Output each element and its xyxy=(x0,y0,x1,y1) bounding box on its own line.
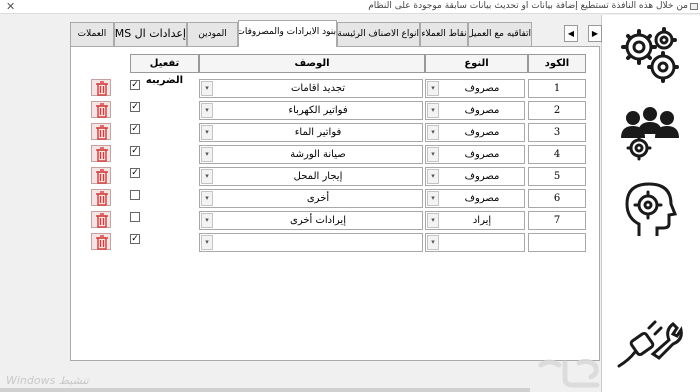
tab-scroll-left-button[interactable]: ◀ xyxy=(564,25,578,42)
header-description: الوصف xyxy=(199,54,425,73)
chevron-down-icon[interactable]: ▾ xyxy=(201,169,213,184)
delete-row-button[interactable] xyxy=(91,233,111,250)
tax-checkbox[interactable]: ✓ xyxy=(130,146,140,156)
code-cell[interactable]: 7 xyxy=(528,211,586,230)
code-cell[interactable]: 5 xyxy=(528,167,586,186)
header-type: النوع xyxy=(425,54,528,73)
chevron-down-icon[interactable]: ▾ xyxy=(201,125,213,140)
tab-item-types[interactable]: انواع الاصناف الرئيسة والفرعيه xyxy=(337,22,420,46)
tax-checkbox[interactable]: ✓ xyxy=(130,234,140,244)
type-select[interactable]: مصروف ▾ xyxy=(425,145,525,164)
chevron-down-icon[interactable]: ▾ xyxy=(201,81,213,96)
horizontal-scrollbar[interactable] xyxy=(0,388,530,392)
type-select[interactable]: مصروف ▾ xyxy=(425,79,525,98)
tax-checkbox[interactable] xyxy=(130,190,140,200)
delete-row-button[interactable] xyxy=(91,167,111,184)
header-code: الكود xyxy=(528,54,586,73)
code-cell[interactable]: 2 xyxy=(528,101,586,120)
delete-row-button[interactable] xyxy=(91,79,111,96)
description-select[interactable]: صيانة الورشة ▾ xyxy=(199,145,423,164)
type-select[interactable]: ▾ xyxy=(425,233,525,252)
chevron-down-icon[interactable]: ▾ xyxy=(201,235,213,250)
window-title: من خلال هذه النافذة تستطيع إضافة بيانات … xyxy=(368,1,688,11)
chevron-down-icon[interactable]: ▾ xyxy=(427,169,439,184)
description-select[interactable]: فواتير الماء ▾ xyxy=(199,123,423,142)
tax-checkbox[interactable] xyxy=(130,212,140,222)
app-icon xyxy=(690,3,698,10)
chevron-down-icon[interactable]: ▾ xyxy=(427,147,439,162)
tax-checkbox[interactable]: ✓ xyxy=(130,168,140,178)
tab-modem[interactable]: المودين xyxy=(187,22,238,46)
type-select[interactable]: مصروف ▾ xyxy=(425,189,525,208)
tab-income-expense-items[interactable]: بنود الايرادات والمصروفات xyxy=(238,20,337,47)
trash-icon xyxy=(96,213,108,228)
plug-wrench-icon[interactable] xyxy=(614,310,686,374)
delete-row-button[interactable] xyxy=(91,123,111,140)
delete-row-button[interactable] xyxy=(91,211,111,228)
description-select[interactable]: فواتير الكهرباء ▾ xyxy=(199,101,423,120)
chevron-down-icon[interactable]: ▾ xyxy=(201,191,213,206)
chevron-down-icon[interactable]: ▾ xyxy=(201,213,213,228)
code-cell[interactable]: 3 xyxy=(528,123,586,142)
tax-checkbox[interactable]: ✓ xyxy=(130,80,140,90)
close-icon[interactable]: ✕ xyxy=(6,0,15,13)
watermark-text: Windows تنشيط xyxy=(6,374,89,387)
chevron-down-icon[interactable]: ▾ xyxy=(427,235,439,250)
trash-icon xyxy=(96,191,108,206)
delete-row-button[interactable] xyxy=(91,145,111,162)
tab-currencies[interactable]: العملات xyxy=(70,22,114,46)
type-select[interactable]: مصروف ▾ xyxy=(425,101,525,120)
watermark-logo xyxy=(538,358,600,388)
code-cell[interactable]: 1 xyxy=(528,79,586,98)
head-gear-icon[interactable] xyxy=(614,177,686,241)
tax-checkbox[interactable]: ✓ xyxy=(130,102,140,112)
type-select[interactable]: إيراد ▾ xyxy=(425,211,525,230)
tab-sms-settings[interactable]: إعدادات ال SMS xyxy=(114,22,187,46)
users-settings-icon[interactable] xyxy=(614,101,686,165)
tab-scroll-right-button[interactable]: ▶ xyxy=(588,25,602,42)
description-select[interactable]: إيرادات أخرى ▾ xyxy=(199,211,423,230)
chevron-down-icon[interactable]: ▾ xyxy=(427,213,439,228)
type-select[interactable]: مصروف ▾ xyxy=(425,123,525,142)
chevron-down-icon[interactable]: ▾ xyxy=(427,125,439,140)
description-select[interactable]: ▾ xyxy=(199,233,423,252)
chevron-down-icon[interactable]: ▾ xyxy=(201,147,213,162)
tab-customer-points[interactable]: نقاط العملاء xyxy=(420,22,468,46)
chevron-down-icon[interactable]: ▾ xyxy=(427,81,439,96)
type-select[interactable]: مصروف ▾ xyxy=(425,167,525,186)
description-select[interactable]: إيجار المحل ▾ xyxy=(199,167,423,186)
tab-customer-agreement[interactable]: اتفاقيه مع العميل xyxy=(468,22,532,46)
code-cell[interactable]: 6 xyxy=(528,189,586,208)
chevron-down-icon[interactable]: ▾ xyxy=(201,103,213,118)
title-bar: من خلال هذه النافذة تستطيع إضافة بيانات … xyxy=(0,0,700,14)
header-tax: تفعيل الضريبه xyxy=(130,54,199,86)
tax-checkbox[interactable]: ✓ xyxy=(130,124,140,134)
trash-icon xyxy=(96,147,108,162)
navigation-panel xyxy=(601,15,700,392)
trash-icon xyxy=(96,125,108,140)
trash-icon xyxy=(96,169,108,184)
delete-row-button[interactable] xyxy=(91,189,111,206)
code-cell[interactable]: 4 xyxy=(528,145,586,164)
tab-bar: العملات إعدادات ال SMS المودين بنود الاي… xyxy=(70,20,610,47)
delete-row-button[interactable] xyxy=(91,101,111,118)
code-cell[interactable] xyxy=(528,233,586,252)
chevron-down-icon[interactable]: ▾ xyxy=(427,191,439,206)
description-select[interactable]: تجديد اقامات ▾ xyxy=(199,79,423,98)
trash-icon xyxy=(96,81,108,96)
chevron-down-icon[interactable]: ▾ xyxy=(427,103,439,118)
trash-icon xyxy=(96,235,108,250)
description-select[interactable]: أخرى ▾ xyxy=(199,189,423,208)
gears-icon[interactable] xyxy=(614,23,686,87)
trash-icon xyxy=(96,103,108,118)
